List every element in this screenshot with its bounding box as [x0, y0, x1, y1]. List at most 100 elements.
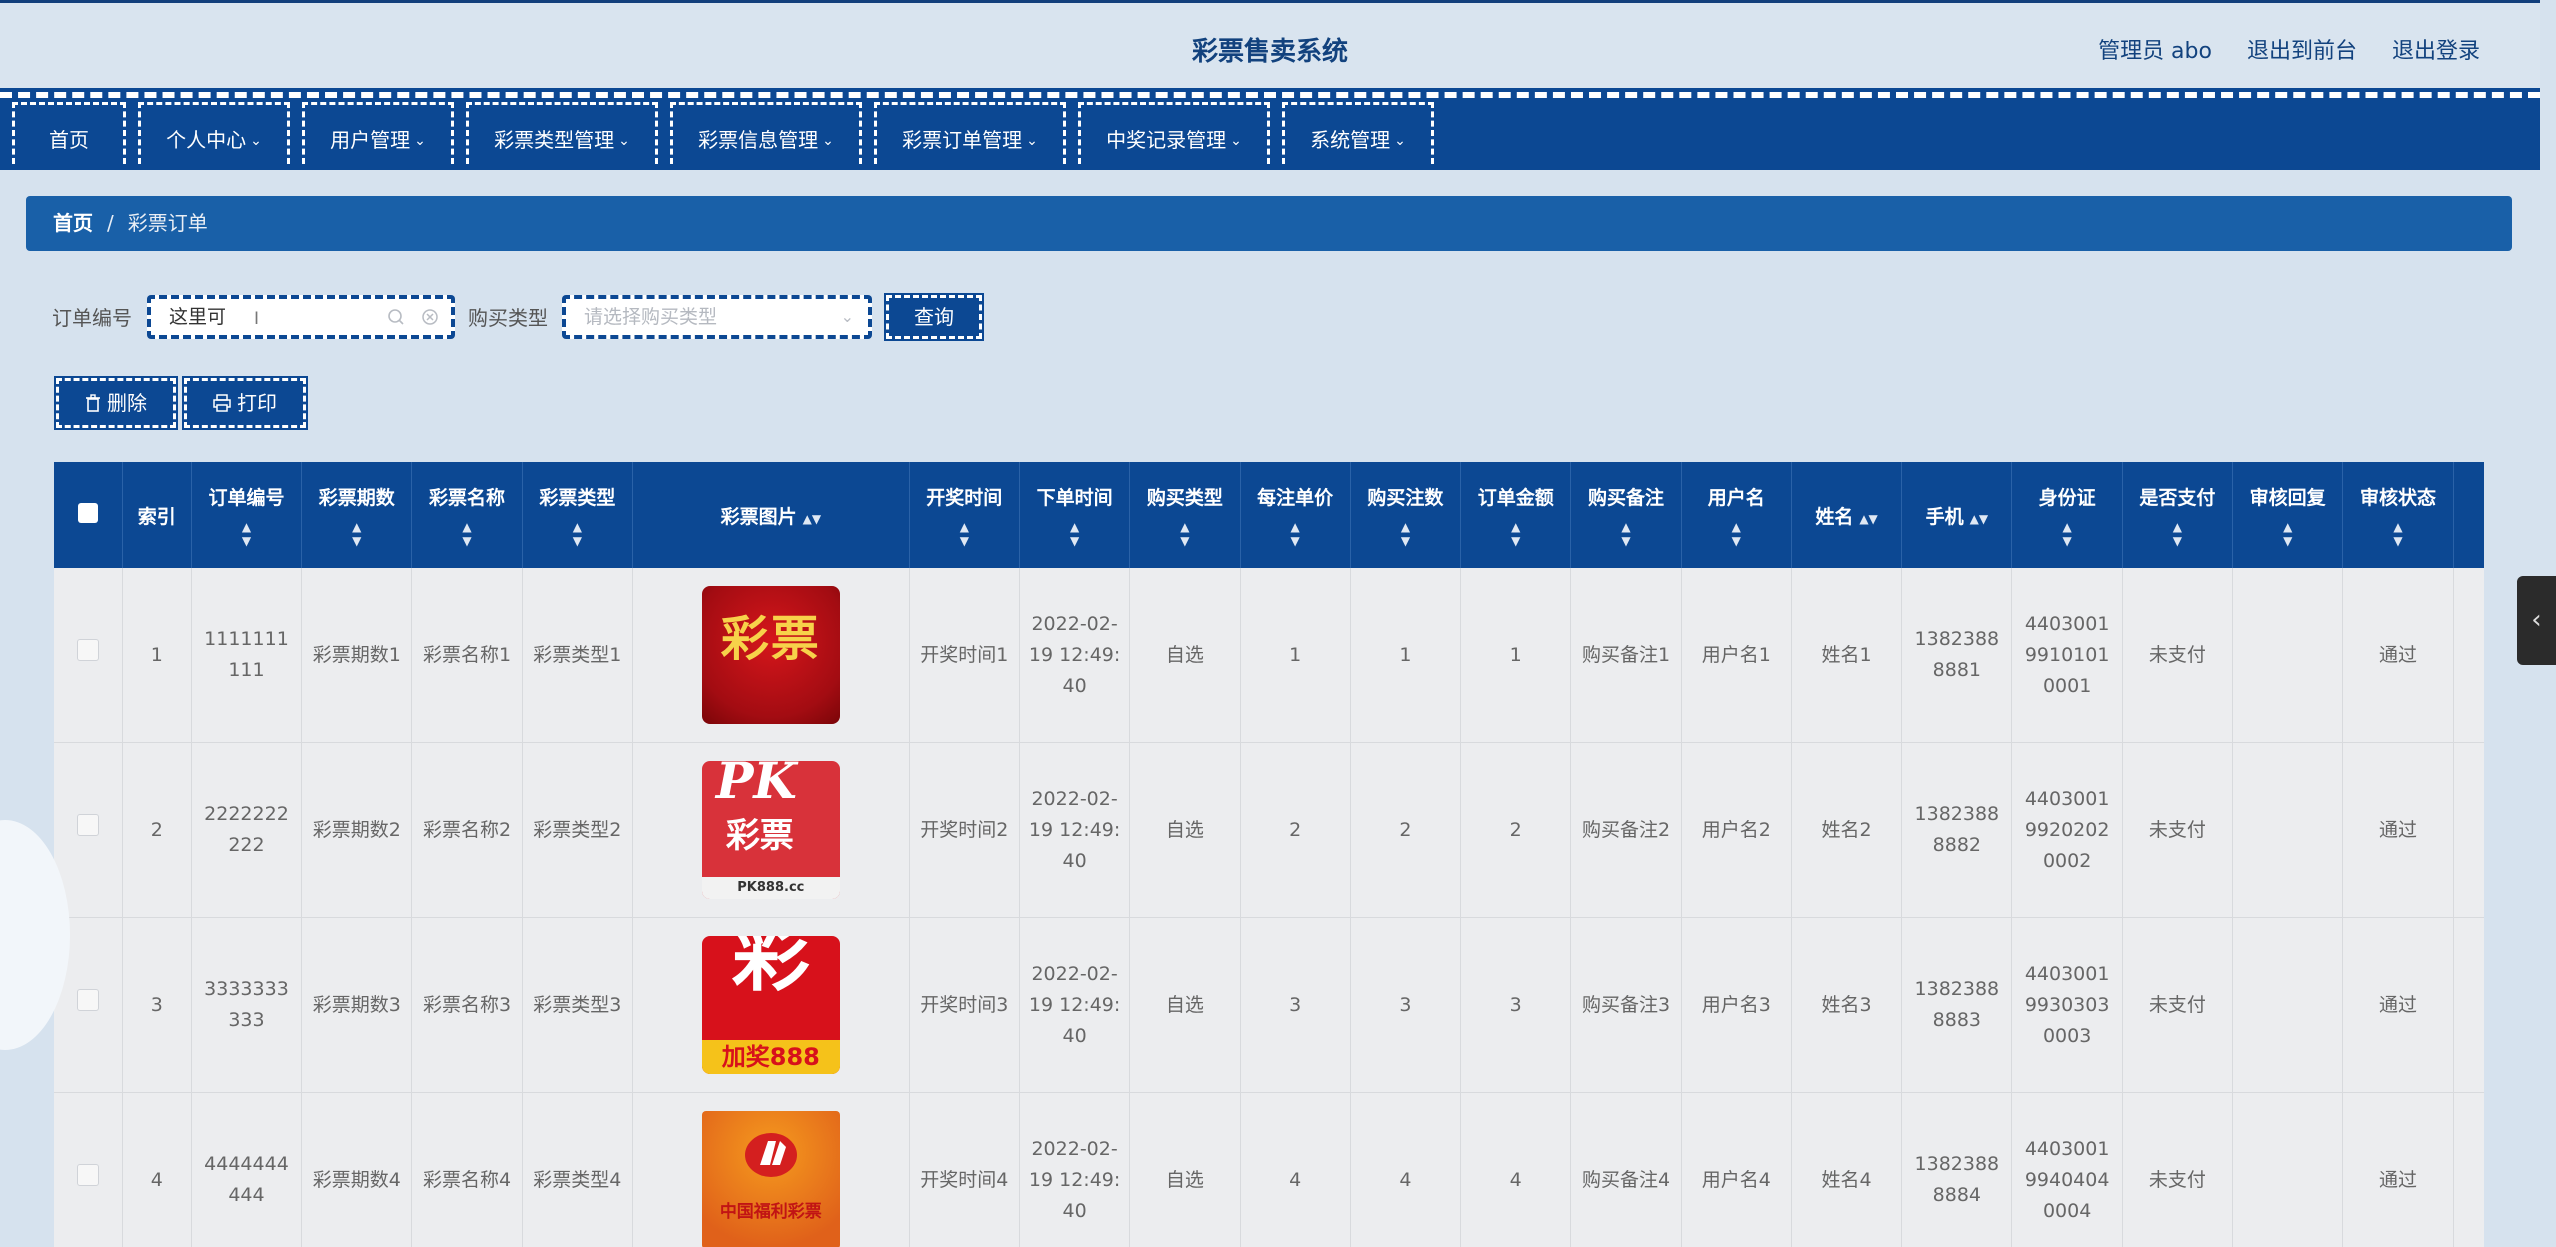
column-header[interactable]: 审核回复 ▲︎ ▼︎ [2232, 462, 2344, 568]
row-checkbox[interactable] [76, 989, 99, 1011]
image-text: 彩票 [725, 816, 794, 856]
sort-icon[interactable]: ▲︎▼︎ [2343, 520, 2452, 548]
buy-type-cell: 自选 [1129, 568, 1241, 743]
username-cell: 用户名4 [1681, 1092, 1792, 1247]
side-panel-toggle[interactable]: ‹ [2517, 576, 2556, 665]
column-header[interactable]: 订单金额 ▲︎ ▼︎ [1460, 462, 1572, 568]
sort-icon[interactable]: ▲︎▼︎ [910, 520, 1019, 548]
sort-icon[interactable]: ▲︎▼︎ [1020, 520, 1129, 548]
select-all-checkbox[interactable] [77, 502, 98, 523]
order-time-cell: 2022-02-19 12:49:40 [1019, 742, 1131, 918]
print-label: 打印 [237, 391, 277, 415]
sort-icon[interactable]: ▲︎▼︎ [1241, 520, 1350, 548]
nav-item-label: 系统管理 [1310, 128, 1391, 152]
image-text: 彩票 [720, 611, 821, 667]
column-header[interactable]: 开奖时间 ▲︎ ▼︎ [909, 462, 1020, 568]
search-icon[interactable] [387, 308, 405, 326]
column-header-label: 购买注数 [1367, 486, 1444, 509]
column-header[interactable]: 彩票名称 ▲︎ ▼︎ [411, 462, 523, 568]
sort-icon[interactable]: ▲︎▼︎ [523, 520, 632, 548]
sort-icon[interactable]: ▲︎▼︎ [1351, 520, 1460, 548]
username-cell: 用户名1 [1681, 568, 1792, 743]
actions-cell[interactable]: ✎ [2453, 917, 2484, 1093]
caipiao-logo-image[interactable]: 彩票 [701, 586, 840, 724]
column-header[interactable]: 购买类型 ▲︎ ▼︎ [1129, 462, 1241, 568]
cai-888-logo-image[interactable]: 彩 加奖888 [701, 936, 840, 1074]
header-actions: 管理员 abo 退出到前台 退出登录 [2070, 33, 2480, 65]
column-header[interactable]: 订单编号 ▲︎ ▼︎ [191, 462, 303, 568]
column-header[interactable]: 身份证 ▲︎ ▼︎ [2011, 462, 2123, 568]
sort-icon[interactable]: ▲︎▼︎ [1461, 520, 1570, 548]
column-header-label: 用户名 [1707, 486, 1765, 509]
column-header-label: 开奖时间 [926, 486, 1003, 509]
sort-icon[interactable]: ▲︎▼︎ [1970, 512, 1988, 526]
table-row[interactable]: 3 3333333333 彩票期数3 彩票名称3 彩票类型3 彩 加奖888 开… [54, 917, 2484, 1093]
sort-icon[interactable]: ▲︎▼︎ [2012, 520, 2121, 548]
admin-user[interactable]: 管理员 abo [2098, 39, 2212, 64]
column-header[interactable]: 审核状态 ▲︎ ▼︎ [2342, 462, 2454, 568]
buy-type-select[interactable]: 请选择购买类型 ⌄ [562, 295, 872, 339]
row-select-cell[interactable] [54, 568, 123, 743]
column-header[interactable]: 姓名 ▲︎▼︎ [1791, 462, 1903, 568]
nav-item-lottery-type[interactable]: 彩票类型管理 ⌄ [466, 102, 658, 164]
table-row[interactable]: 2 2222222222 彩票期数2 彩票名称2 彩票类型2 PK 彩票 PK8… [54, 742, 2484, 918]
actions-cell[interactable]: ✎ [2453, 742, 2484, 918]
row-checkbox[interactable] [76, 1164, 99, 1186]
column-header[interactable]: 手机 ▲︎▼︎ [1901, 462, 2013, 568]
clear-icon[interactable] [421, 308, 439, 326]
column-header[interactable]: 购买注数 ▲︎ ▼︎ [1350, 462, 1462, 568]
nav-item-system-management[interactable]: 系统管理 ⌄ [1282, 102, 1434, 164]
remark-cell: 购买备注1 [1570, 568, 1682, 743]
column-header[interactable]: 购买备注 ▲︎ ▼︎ [1570, 462, 1682, 568]
exit-to-front-link[interactable]: 退出到前台 [2247, 39, 2357, 64]
image-text: 加奖888 [701, 1040, 840, 1074]
column-header[interactable]: 彩票期数 ▲︎ ▼︎ [301, 462, 413, 568]
column-header[interactable]: 彩票图片 ▲︎▼︎ [632, 462, 910, 568]
select-all-header[interactable] [54, 462, 123, 568]
sort-icon[interactable]: ▲︎▼︎ [1130, 520, 1239, 548]
nav-item-lottery-orders[interactable]: 彩票订单管理 ⌄ [874, 102, 1066, 164]
query-button[interactable]: 查询 [884, 293, 984, 341]
row-checkbox[interactable] [76, 639, 99, 661]
breadcrumb-home[interactable]: 首页 [53, 211, 93, 235]
nav-item-home[interactable]: 首页 [12, 102, 126, 164]
delete-button[interactable]: 删除 [54, 376, 178, 430]
row-checkbox[interactable] [76, 814, 99, 836]
row-select-cell[interactable] [54, 1092, 123, 1247]
table-row[interactable]: 4 4444444444 彩票期数4 彩票名称4 彩票类型4 中国福利彩票 开奖… [54, 1092, 2484, 1247]
actions-cell[interactable]: ✎ [2453, 1092, 2484, 1247]
remark-cell: 购买备注3 [1570, 917, 1682, 1093]
sort-icon[interactable]: ▲︎▼︎ [1859, 512, 1877, 526]
pk-logo-image[interactable]: PK 彩票 PK888.cc [701, 761, 840, 899]
sort-icon[interactable]: ▲︎▼︎ [1682, 520, 1791, 548]
sort-icon[interactable]: ▲︎▼︎ [192, 520, 301, 548]
nav-item-lottery-info[interactable]: 彩票信息管理 ⌄ [670, 102, 862, 164]
column-header-label: 是否支付 [2139, 486, 2216, 509]
order-no-input[interactable]: 这里可 I [147, 295, 455, 339]
count-cell: 4 [1350, 1092, 1462, 1247]
sort-icon[interactable]: ▲︎▼︎ [803, 512, 821, 526]
realname-cell: 姓名3 [1791, 917, 1903, 1093]
count-cell: 3 [1350, 917, 1462, 1093]
actions-cell[interactable]: ✎ [2453, 568, 2484, 743]
column-header[interactable]: 是否支付 ▲︎ ▼︎ [2122, 462, 2234, 568]
column-header[interactable]: 用户名 ▲︎ ▼︎ [1681, 462, 1792, 568]
column-header[interactable]: 下单时间 ▲︎ ▼︎ [1019, 462, 1131, 568]
nav-item-personal-center[interactable]: 个人中心 ⌄ [138, 102, 290, 164]
buy-type-cell: 自选 [1129, 917, 1241, 1093]
column-header[interactable]: 每注单价 ▲︎ ▼︎ [1240, 462, 1351, 568]
remark-cell: 购买备注4 [1570, 1092, 1682, 1247]
table-row[interactable]: 1 1111111111 彩票期数1 彩票名称1 彩票类型1 彩票 开奖时间1 … [54, 568, 2484, 743]
sort-icon[interactable]: ▲︎▼︎ [1571, 520, 1680, 548]
sort-icon[interactable]: ▲︎▼︎ [302, 520, 411, 548]
column-header[interactable]: 彩票类型 ▲︎ ▼︎ [522, 462, 633, 568]
print-button[interactable]: 打印 [182, 376, 308, 430]
sort-icon[interactable]: ▲︎▼︎ [412, 520, 521, 548]
sort-icon[interactable]: ▲︎▼︎ [2233, 520, 2342, 548]
nav-item-user-management[interactable]: 用户管理 ⌄ [302, 102, 454, 164]
logout-link[interactable]: 退出登录 [2392, 39, 2480, 64]
nav-item-winning-records[interactable]: 中奖记录管理 ⌄ [1078, 102, 1270, 164]
welfare-lottery-logo-image[interactable]: 中国福利彩票 [701, 1111, 840, 1247]
column-header-label: 手机 [1925, 505, 1964, 528]
sort-icon[interactable]: ▲︎▼︎ [2123, 520, 2232, 548]
